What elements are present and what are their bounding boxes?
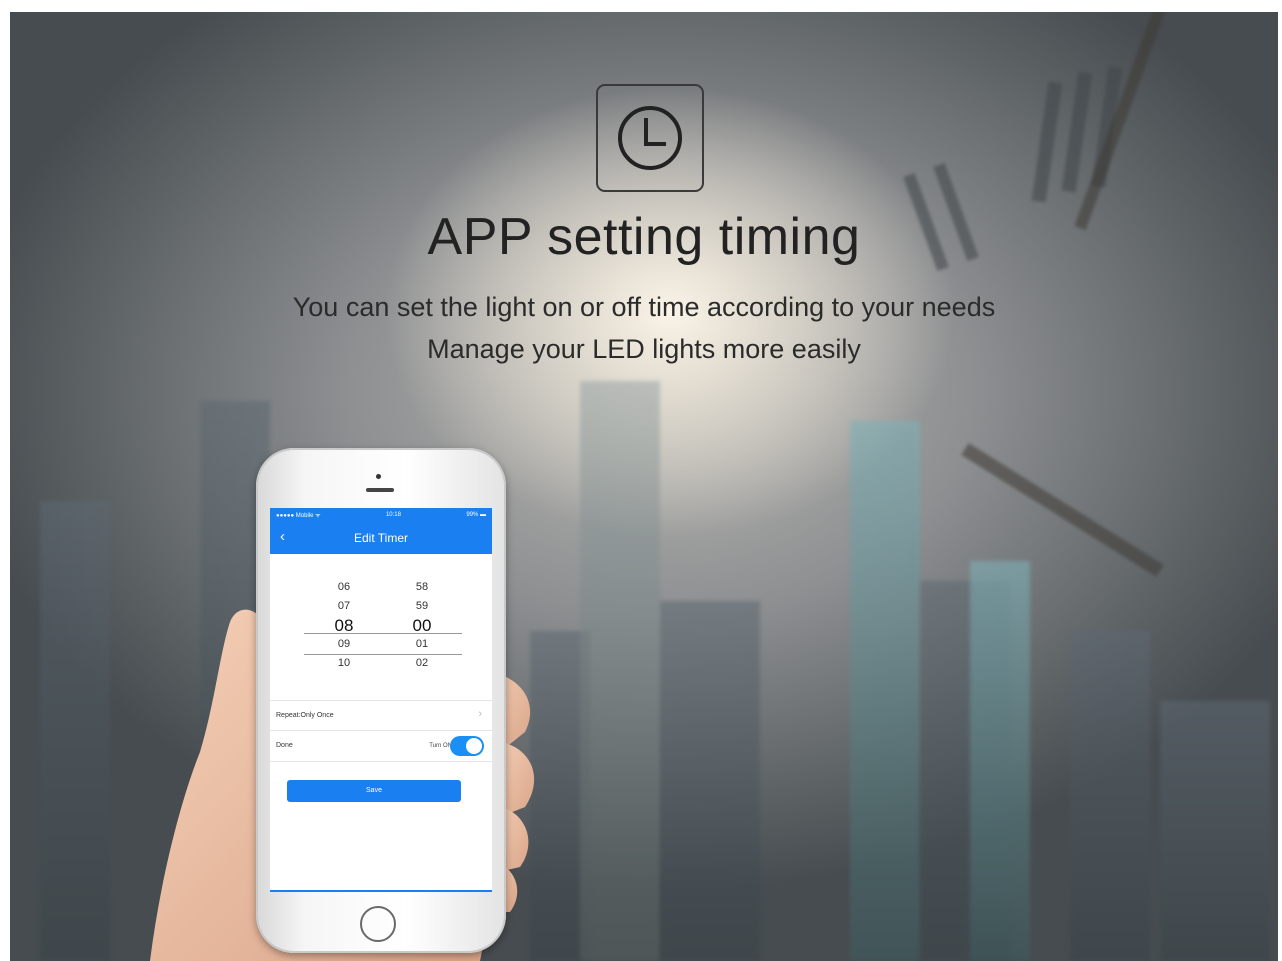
- minute-wheel[interactable]: 58 59 00 01 02: [402, 578, 442, 673]
- screen-bottom-bar: [270, 890, 492, 892]
- minute-option[interactable]: 58: [402, 578, 442, 597]
- screen-title: Edit Timer: [353, 531, 408, 545]
- bg-building: [580, 381, 660, 961]
- speaker-grille: [366, 488, 394, 492]
- chevron-right-icon: ›: [478, 708, 482, 720]
- bg-building: [1070, 631, 1150, 961]
- status-bar: ●●●●● Mobile ᯤ 10:18 99% ▬: [270, 508, 492, 522]
- done-label: Done: [276, 742, 293, 749]
- bg-building: [40, 501, 110, 961]
- home-button[interactable]: [360, 906, 396, 942]
- hour-option[interactable]: 10: [324, 654, 364, 673]
- hour-option[interactable]: 06: [324, 578, 364, 597]
- clock-icon: [596, 84, 704, 192]
- bg-building: [850, 421, 920, 961]
- hour-option[interactable]: 07: [324, 597, 364, 616]
- minute-option-selected[interactable]: 00: [402, 616, 442, 635]
- battery-status: 99% ▬: [466, 512, 486, 518]
- minute-option[interactable]: 01: [402, 635, 442, 654]
- bg-building: [660, 601, 760, 961]
- status-time: 10:18: [385, 512, 401, 518]
- bg-clock-numeral: [1031, 81, 1063, 203]
- hour-option-selected[interactable]: 08: [324, 616, 364, 635]
- done-row: Done Turn ON: [270, 730, 492, 762]
- hour-wheel[interactable]: 06 07 08 09 10: [324, 578, 364, 673]
- bg-clock-numeral: [1061, 71, 1093, 193]
- page-title: APP setting timing: [427, 208, 861, 266]
- subtitle-line-1: You can set the light on or off time acc…: [292, 292, 996, 322]
- hour-option[interactable]: 09: [324, 635, 364, 654]
- bg-building: [1160, 701, 1270, 961]
- bg-clock-hand: [1074, 12, 1175, 231]
- bg-building: [970, 561, 1030, 961]
- toggle-label: Turn ON: [429, 743, 452, 749]
- save-button[interactable]: Save: [287, 780, 461, 802]
- minute-option[interactable]: 02: [402, 654, 442, 673]
- phone-screen: ●●●●● Mobile ᯤ 10:18 99% ▬ ‹ Edit Timer …: [270, 508, 492, 892]
- subtitle-line-2: Manage your LED lights more easily: [427, 334, 861, 364]
- time-picker[interactable]: 06 07 08 09 10 58 59 00 01 02: [270, 578, 492, 698]
- repeat-row[interactable]: Repeat:Only Once ›: [270, 700, 492, 731]
- nav-bar: ‹ Edit Timer: [270, 522, 492, 554]
- hero-banner: APP setting timing You can set the light…: [10, 12, 1278, 961]
- camera-icon: [376, 474, 381, 479]
- carrier-signal: ●●●●● Mobile ᯤ: [276, 513, 321, 519]
- bg-clock-hand: [961, 443, 1164, 577]
- turn-on-toggle[interactable]: [450, 736, 484, 756]
- smartphone: ●●●●● Mobile ᯤ 10:18 99% ▬ ‹ Edit Timer …: [256, 448, 506, 953]
- repeat-label: Repeat:Only Once: [276, 712, 334, 719]
- minute-option[interactable]: 59: [402, 597, 442, 616]
- toggle-knob: [466, 738, 482, 754]
